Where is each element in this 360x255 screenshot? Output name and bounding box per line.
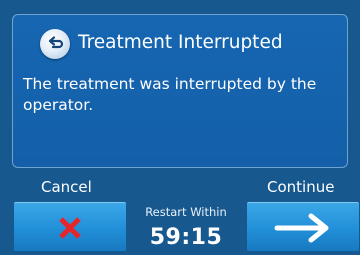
- cancel-label: Cancel: [41, 178, 92, 196]
- close-x-icon: [59, 217, 81, 239]
- restart-within-label: Restart Within: [145, 205, 227, 219]
- continue-label: Continue: [267, 178, 335, 196]
- continue-button[interactable]: [247, 202, 359, 252]
- dialog-message: The treatment was interrupted by the ope…: [23, 75, 317, 114]
- cancel-button[interactable]: [14, 202, 126, 252]
- restart-countdown: 59:15: [149, 225, 223, 250]
- back-arrow-icon: [48, 36, 64, 49]
- back-button[interactable]: [40, 29, 70, 59]
- arrow-right-icon: [274, 213, 329, 243]
- dialog-title: Treatment Interrupted: [78, 32, 283, 53]
